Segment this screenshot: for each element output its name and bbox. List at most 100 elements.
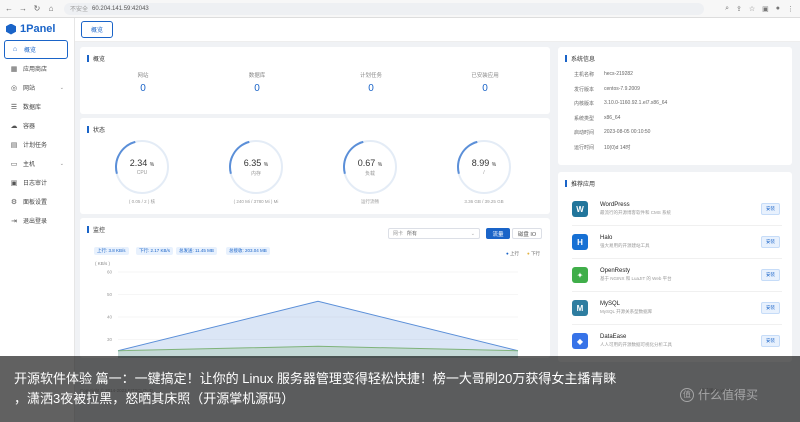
forward-icon[interactable]: → — [18, 4, 28, 13]
app-description: 人人可用的开源数据可视化分析工具 — [600, 342, 672, 347]
stat-label: 计划任务 — [359, 73, 382, 79]
install-button[interactable]: 安装 — [761, 236, 780, 248]
stat-cronjobs[interactable]: 计划任务 0 — [331, 71, 411, 94]
sidebar-item-0[interactable]: ⌂ 概览 — [4, 40, 68, 59]
sidebar-item-1[interactable]: ▦ 应用商店 — [0, 59, 74, 78]
home-browser-icon[interactable]: ⌂ — [46, 4, 56, 13]
info-key: 运行时间 — [574, 144, 595, 151]
extensions-icon[interactable]: ▣ — [762, 5, 769, 13]
y-tick-label: 30 — [107, 337, 113, 342]
tab-traffic[interactable]: 流量 — [486, 228, 510, 239]
y-tick-label: 60 — [107, 270, 113, 275]
app-name: OpenResty — [600, 268, 631, 274]
sidebar-item-7[interactable]: ▣ 日志审计 — [0, 173, 74, 192]
halo-icon: H — [572, 234, 588, 250]
watermark-logo-icon: 值 — [680, 387, 694, 402]
system-info-row: 发行版本 centos-7.9.2009 — [574, 86, 640, 93]
status-gauge[interactable]: 0.67 % 负载 运行流畅 — [330, 130, 410, 205]
system-info-row: 启动时间 2023-08-05 00:10:50 — [574, 129, 650, 136]
install-button[interactable]: 安装 — [761, 302, 780, 314]
sidebar-item-2[interactable]: ◎ 网站 ⌄ — [0, 78, 74, 97]
app-card[interactable]: ◆ DataEase 人人可用的开源数据可视化分析工具 安装 — [572, 326, 780, 356]
status-title: 状态 — [93, 128, 106, 134]
status-gauge[interactable]: 2.34 % CPU( 0.05 / 2 ) 核 — [102, 130, 182, 205]
tab-disk-io[interactable]: 磁盘 IO — [512, 228, 542, 239]
sidebar-item-label: 概览 — [24, 48, 37, 54]
system-info-panel: 系统信息 主机名称 hecs-219282 发行版本 centos-7.9.2009 内… — [558, 47, 792, 165]
gauge-detail: ( 240 Mi / 3780 Mi ) Mi — [233, 199, 279, 204]
status-gauge[interactable]: 6.35 % 内存( 240 Mi / 3780 Mi ) Mi — [216, 130, 296, 204]
gauge-arc — [447, 130, 521, 204]
sidebar-item-8[interactable]: ⚙ 面板设置 — [0, 192, 74, 211]
install-button[interactable]: 安装 — [761, 203, 780, 215]
monitor-title: 监控 — [93, 228, 106, 234]
menu-icon[interactable]: ⋮ — [787, 5, 794, 13]
app-name: Halo — [600, 235, 613, 241]
traffic-chart: 60 50 40 30 — [107, 270, 519, 358]
network-select[interactable]: 网卡 所有 ⌄ — [388, 228, 480, 239]
sidebar-item-label: 退出登录 — [23, 219, 48, 225]
gauge-arc — [105, 130, 179, 204]
traffic-stat-chip: 总接收: 203.04 MB — [226, 247, 270, 255]
stat-value: 0 — [482, 83, 488, 94]
url-text: 60.204.141.59:42043 — [92, 5, 149, 12]
app-name: MySQL — [600, 301, 621, 307]
gauge-ring: 6.35 % 内存 — [219, 130, 293, 204]
gauge-ring: 2.34 % CPU — [105, 130, 179, 204]
stat-databases[interactable]: 数据库 0 — [217, 71, 297, 94]
gauge-arc — [333, 130, 407, 204]
info-value: 10(0)d 14时 — [604, 144, 631, 151]
divider — [572, 324, 782, 325]
search-icon[interactable]: ⌕ — [725, 5, 729, 13]
app-name: WordPress — [600, 202, 630, 208]
info-value: 3.10.0-1160.92.1.el7.x86_64 — [604, 100, 668, 106]
system-info-row: 运行时间 10(0)d 14时 — [574, 144, 630, 151]
app-card[interactable]: W WordPress 最流行的开源博客软件和 CMS 系统 安装 — [572, 194, 780, 224]
gauge-ring: 8.99 % / — [447, 130, 521, 204]
profile-icon[interactable]: ● — [776, 5, 780, 13]
divider — [572, 225, 782, 226]
stat-label: 已安装应用 — [471, 73, 499, 79]
sidebar-item-5[interactable]: ▤ 计划任务 — [0, 135, 74, 154]
star-icon[interactable]: ☆ — [749, 5, 755, 13]
info-value: hecs-219282 — [604, 71, 633, 77]
sidebar-item-label: 日志审计 — [23, 181, 48, 187]
y-tick-label: 40 — [107, 315, 113, 320]
app-name: DataEase — [600, 334, 627, 340]
install-button[interactable]: 安装 — [761, 269, 780, 281]
system-info-row: 主机名称 hecs-219282 — [574, 71, 633, 78]
globe-icon: ◎ — [10, 84, 18, 92]
info-value: x86_64 — [604, 114, 621, 121]
install-button[interactable]: 安装 — [761, 335, 780, 347]
app-card[interactable]: H Halo 强大易用的开源建站工具 安装 — [572, 227, 780, 257]
info-key: 启动时间 — [574, 130, 595, 136]
app-card[interactable]: ✦ OpenResty 基于 NGINX 和 LuaJIT 的 Web 平台 安装 — [572, 260, 780, 290]
monitor-panel: 监控 网卡 所有 ⌄ 流量 磁盘 IO 上行: 3.8 KB/s 下行: 2.17… — [80, 218, 550, 358]
sidebar-item-4[interactable]: ☁ 容器 — [0, 116, 74, 135]
traffic-stat-chip: 总发送: 11.45 MB — [176, 247, 217, 255]
stat-installed-apps[interactable]: 已安装应用 0 — [445, 71, 525, 94]
info-key: 系统类型 — [574, 115, 595, 122]
logout-icon: ⇥ — [11, 217, 17, 225]
stat-websites[interactable]: 网站 0 — [103, 71, 183, 94]
sidebar-item-6[interactable]: ▭ 主机 ⌄ — [0, 154, 74, 173]
reload-icon[interactable]: ↻ — [32, 4, 42, 13]
home-icon: ⌂ — [12, 46, 18, 53]
back-icon[interactable]: ← — [4, 4, 14, 13]
address-bar[interactable]: 不安全 60.204.141.59:42043 — [64, 2, 704, 15]
sidebar-item-label: 计划任务 — [23, 143, 48, 149]
status-gauge[interactable]: 8.99 %/3.36 GB / 39.25 GB — [444, 130, 524, 204]
gauge-detail: ( 0.05 / 2 ) 核 — [128, 199, 156, 204]
tab-overview[interactable]: 概览 — [81, 21, 114, 38]
stat-value: 0 — [368, 83, 374, 94]
app-description: 基于 NGINX 和 LuaJIT 的 Web 平台 — [600, 276, 672, 281]
stat-value: 0 — [140, 83, 146, 94]
gauge-arc — [219, 130, 293, 204]
sidebar-item-3[interactable]: ☰ 数据库 — [0, 97, 74, 116]
divider — [572, 258, 782, 259]
app-card[interactable]: M MySQL MySQL 开源关系型数据库 安装 — [572, 293, 780, 323]
brand-logo[interactable]: 1Panel — [0, 18, 74, 40]
sidebar-item-9[interactable]: ⇥ 退出登录 — [0, 211, 74, 230]
log-icon: ▣ — [10, 179, 18, 187]
share-icon[interactable]: ⇪ — [736, 5, 742, 13]
